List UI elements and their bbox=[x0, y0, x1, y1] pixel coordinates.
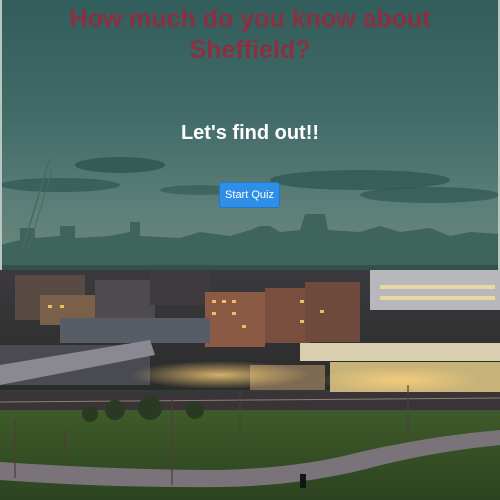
page-title: How much do you know about Sheffield? bbox=[0, 4, 500, 66]
quiz-landing-page: How much do you know about Sheffield? Le… bbox=[0, 0, 500, 500]
page-title-line-2: Sheffield? bbox=[189, 36, 311, 64]
page-title-line-1: How much do you know about bbox=[69, 5, 431, 33]
page-subtitle: Let's find out!! bbox=[180, 122, 320, 144]
start-quiz-button[interactable]: Start Quiz bbox=[219, 182, 280, 208]
